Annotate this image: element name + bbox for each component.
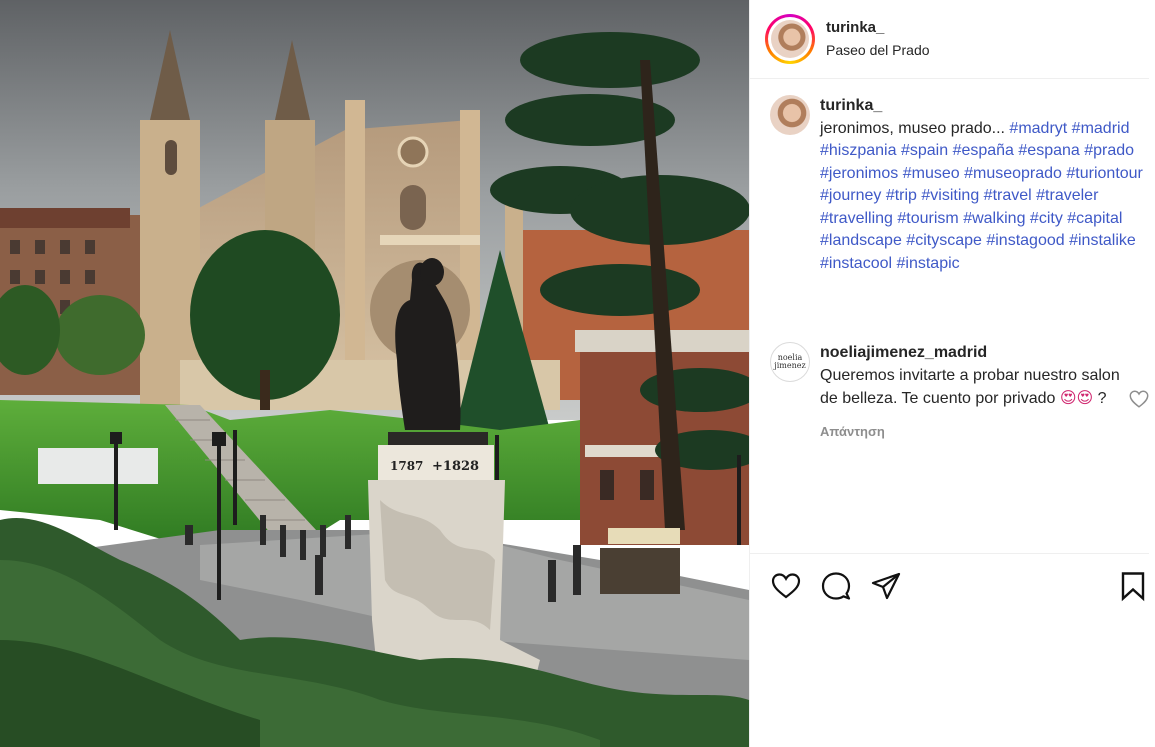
hashtag-link[interactable]: #instapic xyxy=(897,255,960,272)
hashtag-link[interactable]: #españa xyxy=(953,142,1014,159)
hashtag-link[interactable]: #instalike xyxy=(1069,232,1136,249)
statue-inscription-left: 1787 xyxy=(390,459,423,473)
post-side-panel: turinka_ Paseo del Prado turinka_ jeroni… xyxy=(749,0,1155,747)
caption-text: jeronimos, museo prado... #madryt #madri… xyxy=(820,118,1150,276)
hashtag-link[interactable]: #instagood xyxy=(986,232,1064,249)
post-actions-bar xyxy=(750,553,1149,620)
hashtag-link[interactable]: #hiszpania xyxy=(820,142,897,159)
hashtag-link[interactable]: #espana xyxy=(1018,142,1079,159)
post-photo[interactable]: 1787 +1828 xyxy=(0,0,749,747)
bookmark-icon[interactable] xyxy=(1117,570,1149,602)
hashtag-link[interactable]: #journey xyxy=(820,187,881,204)
hashtag-link[interactable]: #madrid xyxy=(1072,120,1130,137)
comment-suffix: ? xyxy=(1093,390,1107,407)
caption-avatar[interactable] xyxy=(770,95,810,135)
hashtag-link[interactable]: #museoprado xyxy=(964,165,1062,182)
reply-button[interactable]: Απάντηση xyxy=(820,421,1120,444)
post-header: turinka_ Paseo del Prado xyxy=(750,0,1149,79)
author-avatar[interactable] xyxy=(771,20,809,58)
hashtag-link[interactable]: #trip xyxy=(886,187,917,204)
hashtag-link[interactable]: #city xyxy=(1030,210,1063,227)
hashtag-link[interactable]: #traveler xyxy=(1036,187,1098,204)
hashtag-link[interactable]: #madryt xyxy=(1009,120,1067,137)
location-link[interactable]: Paseo del Prado xyxy=(826,42,930,58)
hashtag-list: #madryt #madrid #hiszpania #spain #españ… xyxy=(820,120,1143,272)
comment-icon[interactable] xyxy=(820,570,852,602)
author-username-link[interactable]: turinka_ xyxy=(826,19,884,36)
share-icon[interactable] xyxy=(870,570,902,602)
hashtag-link[interactable]: #spain xyxy=(901,142,948,159)
hashtag-link[interactable]: #turiontour xyxy=(1066,165,1143,182)
commenter-avatar-logo-text: noelia jimenez xyxy=(774,353,806,370)
hashtag-link[interactable]: #jeronimos xyxy=(820,165,898,182)
hashtag-link[interactable]: #capital xyxy=(1067,210,1122,227)
hashtag-link[interactable]: #visiting xyxy=(921,187,979,204)
caption-plain-text: jeronimos, museo prado... xyxy=(820,119,1010,137)
hashtag-link[interactable]: #tourism xyxy=(897,210,958,227)
hashtag-link[interactable]: #cityscape xyxy=(906,232,982,249)
comment-text: Queremos invitarte a probar nuestro salo… xyxy=(820,365,1120,411)
caption-username-link[interactable]: turinka_ xyxy=(820,95,1150,118)
comment-like-heart-icon[interactable] xyxy=(1128,388,1150,410)
commenter-username-link[interactable]: noeliajimenez_madrid xyxy=(820,342,1120,365)
hashtag-link[interactable]: #instacool xyxy=(820,255,892,272)
hashtag-link[interactable]: #museo xyxy=(903,165,960,182)
hashtag-link[interactable]: #travelling xyxy=(820,210,893,227)
statue-inscription-right: +1828 xyxy=(432,459,479,474)
hashtag-link[interactable]: #landscape xyxy=(820,232,902,249)
hashtag-link[interactable]: #walking xyxy=(963,210,1025,227)
heart-eyes-emoji: 😍😍 xyxy=(1059,388,1094,407)
heart-icon[interactable] xyxy=(770,570,802,602)
hashtag-link[interactable]: #prado xyxy=(1084,142,1134,159)
hashtag-link[interactable]: #travel xyxy=(984,187,1032,204)
author-avatar-story-ring[interactable] xyxy=(765,14,815,64)
commenter-avatar[interactable]: noelia jimenez xyxy=(770,342,810,382)
